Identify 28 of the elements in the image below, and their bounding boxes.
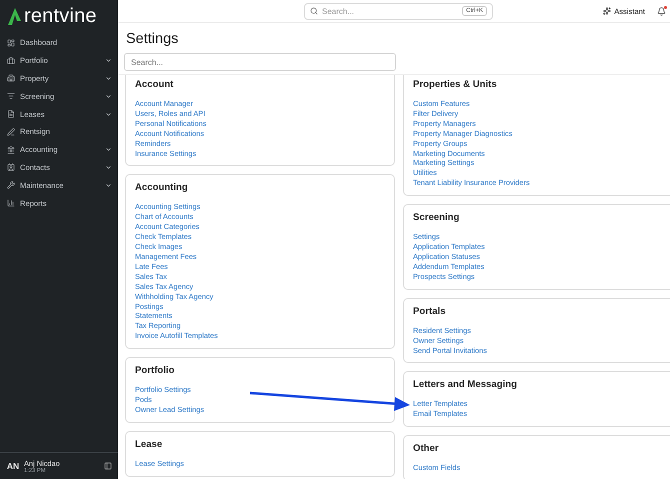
nav-icon <box>7 181 15 190</box>
nav-icon <box>7 163 15 172</box>
logo: rentvine <box>24 5 97 28</box>
sparkles-icon <box>603 7 612 15</box>
sidebar-toggle-icon[interactable] <box>104 462 112 470</box>
nav-icon <box>7 56 15 65</box>
card-title: Other <box>413 444 440 454</box>
card-title: Lease <box>135 440 164 450</box>
nav-icon <box>7 128 15 136</box>
nav-icon <box>7 74 15 82</box>
user-avatar: AN <box>6 460 20 473</box>
card-title: Properties & Units <box>413 80 498 90</box>
card-title: Portfolio <box>135 366 176 376</box>
card-title: Accounting <box>135 183 189 194</box>
nav-icon <box>7 199 15 208</box>
card-title: Account <box>135 80 174 90</box>
search-icon <box>310 7 318 15</box>
nav-icon <box>7 38 15 47</box>
bell-icon[interactable] <box>657 6 666 16</box>
search-field[interactable]: Search... <box>124 53 396 71</box>
logo-icon <box>8 8 21 25</box>
nav-icon <box>7 110 15 118</box>
nav-icon <box>7 92 15 100</box>
card-title: Screening <box>413 213 460 224</box>
nav-icon <box>7 146 15 154</box>
card-title: Portals <box>413 306 447 317</box>
card-title: Letters and Messaging <box>413 380 518 390</box>
page-title: Settings <box>126 31 180 47</box>
